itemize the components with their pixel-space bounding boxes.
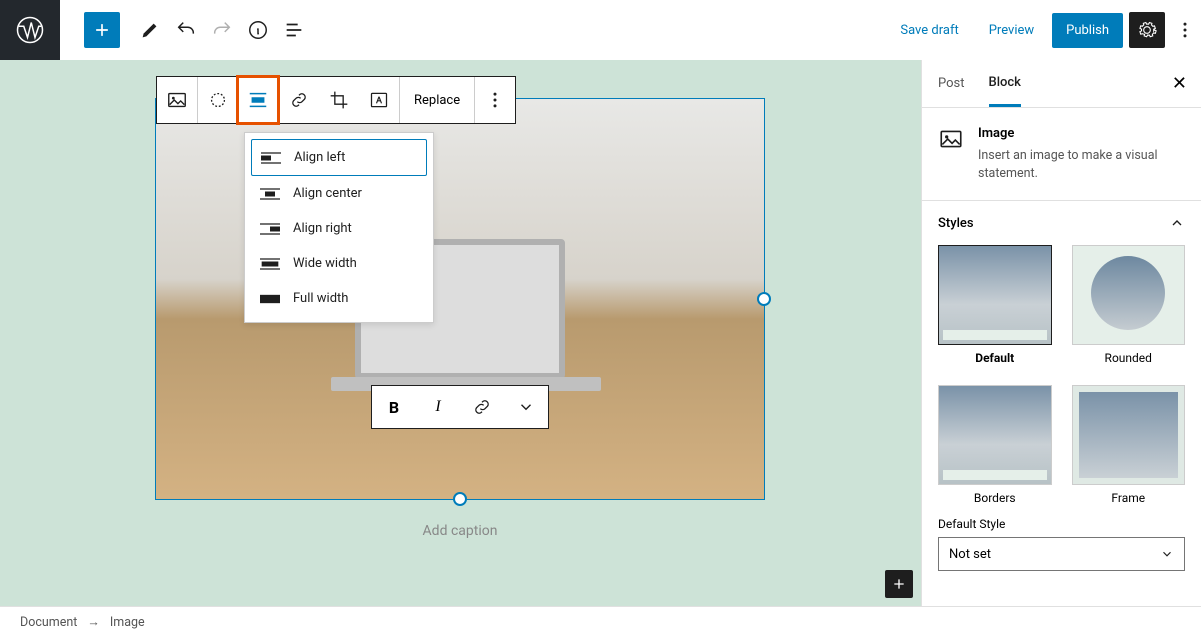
align-option-left[interactable]: Align left	[251, 139, 427, 176]
style-frame[interactable]: Frame	[1072, 385, 1186, 505]
chevron-up-icon	[1169, 215, 1185, 231]
tab-post[interactable]: Post	[938, 62, 965, 105]
align-option-label: Wide width	[293, 256, 357, 271]
breadcrumb-current[interactable]: Image	[110, 615, 145, 630]
wide-width-icon	[259, 257, 281, 271]
chevron-down-icon	[1160, 547, 1174, 561]
align-button[interactable]	[238, 77, 278, 123]
styles-panel: Styles Default Rounded Borders	[922, 201, 1201, 585]
editor-main: B I Add caption	[0, 60, 1201, 606]
align-dropdown: Align left Align center Align right Wide…	[244, 132, 434, 323]
editor-topbar: Save draft Preview Publish	[0, 0, 1201, 60]
align-option-right[interactable]: Align right	[251, 211, 427, 246]
edit-mode-icon[interactable]	[132, 12, 168, 48]
settings-icon[interactable]	[1129, 12, 1165, 48]
default-style-label: Default Style	[938, 517, 1185, 531]
toolbar-left	[60, 12, 312, 48]
align-right-icon	[259, 222, 281, 236]
breadcrumb: Document → Image	[0, 606, 1201, 638]
align-center-icon	[259, 187, 281, 201]
breadcrumb-root[interactable]: Document	[20, 615, 77, 630]
align-option-label: Align left	[294, 150, 345, 165]
style-rounded[interactable]: Rounded	[1072, 245, 1186, 365]
align-option-label: Align center	[293, 186, 362, 201]
replace-button[interactable]: Replace	[400, 77, 474, 123]
bold-button[interactable]: B	[372, 386, 416, 428]
style-default[interactable]: Default	[938, 245, 1052, 365]
align-option-wide[interactable]: Wide width	[251, 246, 427, 281]
toolbar-right: Save draft Preview Publish	[888, 12, 1199, 48]
crop-icon[interactable]	[319, 77, 359, 123]
italic-button[interactable]: I	[416, 386, 460, 428]
sidebar-tabs: Post Block ✕	[922, 60, 1201, 108]
block-more-icon[interactable]	[475, 77, 515, 123]
add-block-button[interactable]	[84, 12, 120, 48]
align-option-label: Align right	[293, 221, 352, 236]
info-icon[interactable]	[240, 12, 276, 48]
tab-block[interactable]: Block	[989, 61, 1021, 107]
save-draft-button[interactable]: Save draft	[888, 15, 970, 46]
settings-sidebar: Post Block ✕ Image Insert an image to ma…	[921, 60, 1201, 606]
drag-handle-icon[interactable]	[198, 77, 238, 123]
styles-heading[interactable]: Styles	[938, 215, 1185, 231]
full-width-icon	[259, 292, 281, 306]
image-block-icon	[938, 126, 964, 152]
align-option-full[interactable]: Full width	[251, 281, 427, 316]
more-format-icon[interactable]	[504, 386, 548, 428]
block-info: Image Insert an image to make a visual s…	[922, 108, 1201, 201]
editor-canvas[interactable]: B I Add caption	[0, 60, 921, 606]
add-block-after-button[interactable]	[885, 570, 913, 598]
breadcrumb-separator: →	[87, 615, 100, 630]
resize-handle-right[interactable]	[757, 292, 771, 306]
style-borders[interactable]: Borders	[938, 385, 1052, 505]
block-type-icon[interactable]	[157, 77, 197, 123]
undo-icon[interactable]	[168, 12, 204, 48]
wordpress-logo[interactable]	[0, 0, 60, 60]
resize-handle-bottom[interactable]	[453, 492, 467, 506]
align-option-label: Full width	[293, 291, 348, 306]
default-style-select[interactable]: Not set	[938, 537, 1185, 571]
more-options-icon[interactable]	[1171, 12, 1199, 48]
publish-button[interactable]: Publish	[1052, 13, 1123, 48]
text-overlay-icon[interactable]	[359, 77, 399, 123]
redo-icon[interactable]	[204, 12, 240, 48]
insert-link-icon[interactable]	[279, 77, 319, 123]
block-toolbar: Replace	[156, 76, 516, 124]
block-title: Image	[978, 126, 1185, 141]
block-description: Insert an image to make a visual stateme…	[978, 147, 1185, 182]
link-button[interactable]	[460, 386, 504, 428]
align-option-center[interactable]: Align center	[251, 176, 427, 211]
outline-icon[interactable]	[276, 12, 312, 48]
caption-format-toolbar: B I	[371, 385, 549, 429]
preview-button[interactable]: Preview	[977, 15, 1046, 46]
style-grid: Default Rounded Borders Frame	[938, 245, 1185, 505]
close-sidebar-icon[interactable]: ✕	[1172, 73, 1187, 94]
align-left-icon	[260, 151, 282, 165]
